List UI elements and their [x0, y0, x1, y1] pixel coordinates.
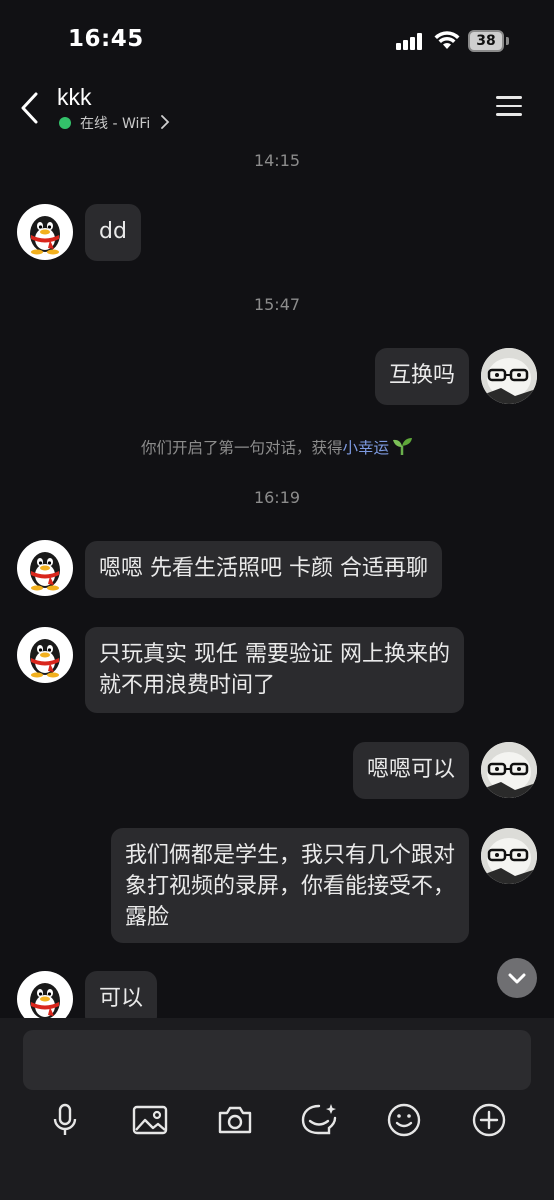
plus-icon[interactable]: [469, 1100, 509, 1140]
timestamp: 16:19: [253, 488, 301, 507]
message-bubble[interactable]: 嗯嗯 先看生活照吧 卡颜 合适再聊: [85, 541, 442, 598]
peer-avatar[interactable]: [17, 204, 73, 260]
chevron-right-icon[interactable]: [158, 114, 172, 130]
plush-avatar-icon: [481, 742, 537, 798]
composer-bar: [0, 1018, 554, 1200]
battery-level: 38: [476, 33, 496, 49]
online-status-dot: [59, 117, 71, 129]
battery-tip: [506, 37, 509, 45]
timestamp: 15:47: [253, 295, 301, 314]
message-input[interactable]: [23, 1030, 531, 1090]
sprout-icon: [391, 436, 413, 456]
message-bubble[interactable]: 嗯嗯可以: [352, 742, 469, 799]
chevron-down-icon: [508, 973, 526, 984]
penguin-avatar-icon: [30, 552, 60, 591]
penguin-avatar-icon: [30, 639, 60, 678]
my-avatar[interactable]: [481, 348, 537, 404]
scroll-to-bottom-button[interactable]: [497, 958, 537, 998]
penguin-avatar-icon: [30, 216, 60, 255]
peer-avatar[interactable]: [17, 627, 73, 683]
emoji-bubble-icon[interactable]: [299, 1100, 339, 1140]
camera-icon[interactable]: [215, 1100, 255, 1140]
cellular-signal-icon: [396, 32, 422, 50]
message-bubble[interactable]: 互换吗: [374, 348, 469, 405]
my-avatar[interactable]: [481, 742, 537, 798]
timestamp: 14:15: [253, 151, 301, 170]
chat-header: kkk 在线 - WiFi: [0, 80, 554, 138]
smiley-icon[interactable]: [384, 1100, 424, 1140]
online-status[interactable]: 在线 - WiFi: [80, 113, 150, 133]
system-notice: 你们开启了第一句对话，获得小幸运: [0, 436, 554, 458]
my-avatar[interactable]: [481, 828, 537, 884]
contact-name[interactable]: kkk: [57, 84, 92, 111]
system-notice-text: 你们开启了第一句对话，获得: [140, 439, 343, 457]
back-button[interactable]: [14, 88, 46, 128]
plush-avatar-icon: [481, 348, 537, 404]
message-bubble[interactable]: dd: [85, 204, 141, 261]
message-bubble[interactable]: 我们俩都是学生，我只有几个跟对 象打视频的录屏，你看能接受不， 露脸: [110, 828, 469, 943]
message-bubble[interactable]: 只玩真实 现任 需要验证 网上换来的 就不用浪费时间了: [85, 627, 464, 713]
status-time: 16:45: [68, 26, 144, 52]
menu-button[interactable]: [496, 94, 524, 118]
chevron-left-icon: [21, 92, 38, 124]
peer-avatar[interactable]: [17, 540, 73, 596]
lucky-link[interactable]: 小幸运: [343, 439, 390, 457]
microphone-icon[interactable]: [45, 1100, 85, 1140]
battery-icon: 38: [468, 30, 504, 52]
image-icon[interactable]: [130, 1100, 170, 1140]
wifi-icon: [434, 30, 460, 50]
status-bar: 16:45 38: [0, 0, 554, 80]
plush-avatar-icon: [481, 828, 537, 884]
